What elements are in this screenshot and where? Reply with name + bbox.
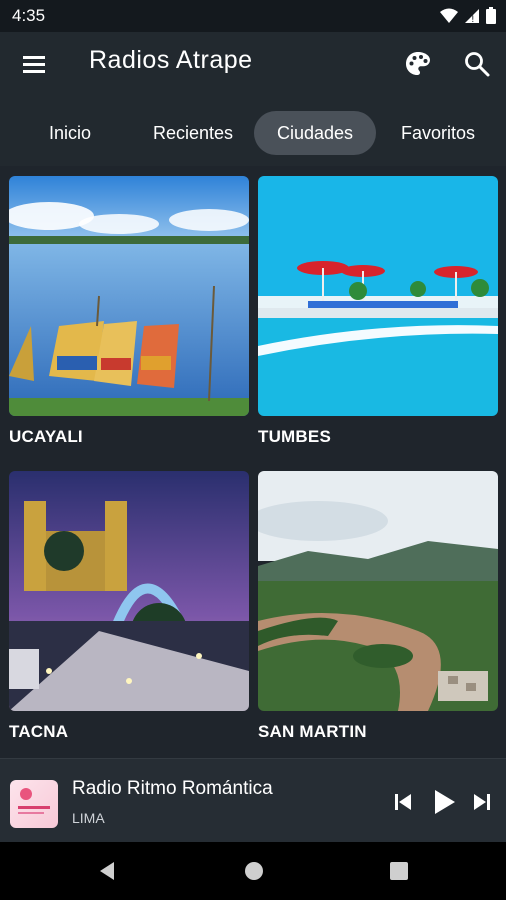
wifi-icon	[440, 8, 458, 23]
city-name-tumbes: TUMBES	[258, 427, 331, 446]
tab-recientes[interactable]: Recientes	[134, 111, 252, 155]
city-card-tumbes[interactable]: TUMBES	[258, 176, 498, 446]
city-card-tacna[interactable]: TACNA	[9, 471, 249, 741]
city-name-ucayali: UCAYALI	[9, 427, 83, 446]
system-nav-bar	[0, 842, 506, 900]
app-title: Radios Atrape	[89, 46, 253, 74]
city-image-tumbes	[258, 176, 498, 416]
station-name: Radio Ritmo Romántica	[72, 778, 273, 799]
tab-inicio[interactable]: Inicio	[28, 111, 112, 155]
tab-favoritos[interactable]: Favoritos	[384, 111, 492, 155]
city-image-ucayali	[9, 176, 249, 416]
skip-next-icon[interactable]	[471, 791, 493, 813]
tab-bar: Inicio Recientes Ciudades Favoritos	[0, 96, 506, 166]
city-image-san-martin	[258, 471, 498, 711]
battery-icon	[486, 7, 496, 24]
city-card-san-martin[interactable]: SAN MARTIN	[258, 471, 498, 741]
menu-icon[interactable]	[20, 50, 48, 78]
status-bar: 4:35 !	[0, 0, 506, 32]
svg-text:!: !	[471, 15, 475, 24]
mini-player[interactable]: Radio Ritmo Romántica LIMA	[0, 758, 506, 843]
play-icon[interactable]	[430, 788, 458, 816]
home-icon[interactable]	[243, 860, 265, 882]
station-city: LIMA	[72, 810, 105, 826]
city-name-tacna: TACNA	[9, 722, 69, 741]
status-time: 4:35	[12, 6, 46, 25]
signal-icon: !	[465, 8, 479, 24]
tab-ciudades[interactable]: Ciudades	[254, 111, 376, 155]
station-thumbnail	[10, 780, 58, 828]
search-icon[interactable]	[462, 49, 492, 79]
back-icon[interactable]	[96, 860, 118, 882]
city-image-tacna	[9, 471, 249, 711]
city-name-san-martin: SAN MARTIN	[258, 722, 367, 741]
app-bar: Radios Atrape	[0, 32, 506, 96]
status-icons: !	[440, 7, 496, 24]
palette-icon[interactable]	[403, 49, 433, 79]
recents-icon[interactable]	[389, 861, 409, 881]
city-card-ucayali[interactable]: UCAYALI	[9, 176, 249, 446]
skip-previous-icon[interactable]	[392, 791, 414, 813]
